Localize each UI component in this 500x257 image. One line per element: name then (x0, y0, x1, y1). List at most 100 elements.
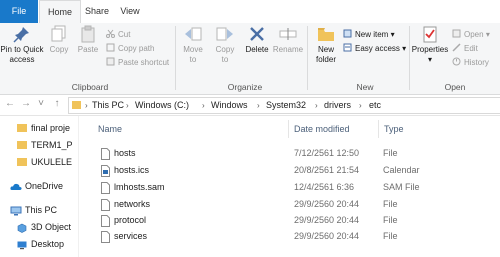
paste-shortcut-icon (106, 57, 115, 66)
address-bar[interactable]: › This PC › Windows (C:) › Windows › Sys… (68, 97, 500, 114)
breadcrumb-etc[interactable]: etc (369, 98, 381, 113)
open-label: Open (464, 30, 484, 39)
file-type: SAM File (383, 182, 420, 192)
clipboard-icon (79, 25, 97, 43)
recent-locations-chevron-icon[interactable]: ˅ (35, 97, 47, 111)
properties-button[interactable]: Properties ▾ (411, 25, 449, 65)
file-name: hosts (114, 148, 136, 158)
history-label: History (464, 58, 489, 67)
nav-item-label: TERM1_P (31, 140, 73, 150)
move-to-label-2: to (189, 55, 197, 64)
nav-item-label: Desktop (31, 239, 65, 249)
delete-button[interactable]: Delete (243, 25, 271, 55)
column-divider[interactable] (378, 120, 379, 138)
folder-icon (17, 141, 27, 149)
folder-icon (17, 124, 27, 132)
forward-arrow-icon[interactable]: → (20, 97, 32, 111)
edit-icon (452, 43, 461, 52)
address-row: ← → ˅ ↑ › This PC › Windows (C:) › Windo… (0, 95, 500, 116)
pin-to-quick-access-button[interactable]: Pin to Quick access (0, 25, 44, 65)
chevron-right-icon: › (126, 101, 129, 110)
chevron-right-icon: › (202, 101, 205, 110)
nav-item-ukulele[interactable]: UKULELE (0, 154, 78, 170)
delete-x-icon (248, 25, 266, 43)
organize-group-label: Organize (227, 82, 263, 92)
file-row[interactable]: lmhosts.sam 12/4/2561 6:36 SAM File (97, 180, 500, 196)
new-folder-label-2: folder (315, 55, 336, 64)
edit-button[interactable]: Edit (452, 43, 478, 55)
file-date: 7/12/2561 12:50 (294, 148, 360, 158)
file-row[interactable]: hosts 7/12/2561 12:50 File (97, 146, 500, 162)
ribbon: Pin to Quick access Copy Paste Cut Copy … (0, 23, 500, 95)
pane-splitter[interactable] (78, 116, 79, 257)
nav-item-desktop[interactable]: Desktop (0, 236, 78, 252)
column-header-type[interactable]: Type (384, 124, 404, 134)
file-icon (101, 215, 110, 227)
rename-label: Rename (272, 45, 304, 54)
properties-icon (421, 25, 439, 43)
new-item-button[interactable]: New item ▾ (343, 29, 395, 41)
file-icon (101, 148, 110, 160)
ribbon-divider (307, 26, 308, 90)
copy-path-button[interactable]: Copy path (106, 43, 154, 55)
history-button[interactable]: History (452, 57, 489, 69)
nav-item-final-project[interactable]: final proje (0, 120, 78, 136)
tab-home[interactable]: Home (39, 0, 81, 25)
tab-view[interactable]: View (116, 0, 144, 23)
tab-share[interactable]: Share (82, 0, 112, 23)
file-row[interactable]: protocol 29/9/2560 20:44 File (97, 213, 500, 229)
chevron-down-icon: ▾ (427, 55, 432, 64)
folder-icon (72, 101, 81, 109)
file-type: File (383, 199, 398, 209)
chevron-down-icon: ▾ (485, 30, 490, 39)
nav-item-term1[interactable]: TERM1_P (0, 137, 78, 153)
file-date: 20/8/2561 21:54 (294, 165, 360, 175)
file-type: File (383, 215, 398, 225)
easy-access-label: Easy access (355, 44, 400, 53)
breadcrumb-drivers[interactable]: drivers (324, 98, 351, 113)
history-icon (452, 57, 461, 66)
chevron-down-icon: ▾ (402, 44, 407, 53)
nav-item-onedrive[interactable]: OneDrive (0, 178, 78, 194)
breadcrumb-this-pc[interactable]: This PC (92, 98, 124, 113)
file-row[interactable]: networks 29/9/2560 20:44 File (97, 197, 500, 213)
copy-button[interactable]: Copy (45, 25, 73, 55)
file-row[interactable]: services 29/9/2560 20:44 File (97, 229, 500, 245)
new-group-label: New (356, 82, 374, 92)
copy-to-button[interactable]: Copy to (210, 25, 240, 65)
paste-shortcut-button[interactable]: Paste shortcut (106, 57, 169, 69)
file-date: 12/4/2561 6:36 (294, 182, 355, 192)
computer-icon (10, 205, 22, 216)
easy-access-button[interactable]: Easy access ▾ (343, 43, 406, 55)
cut-button[interactable]: Cut (106, 29, 130, 41)
nav-item-this-pc[interactable]: This PC (0, 202, 78, 218)
column-divider[interactable] (288, 120, 289, 138)
breadcrumb-system32[interactable]: System32 (266, 98, 306, 113)
properties-label: Properties (411, 45, 449, 54)
nav-item-3d-objects[interactable]: 3D Object (0, 219, 78, 235)
clipboard-group-label: Clipboard (71, 82, 109, 92)
breadcrumb-windows[interactable]: Windows (211, 98, 248, 113)
move-to-label-1: Move (183, 45, 203, 54)
rename-button[interactable]: Rename (272, 25, 304, 55)
move-to-icon (184, 25, 202, 43)
file-row[interactable]: hosts.ics 20/8/2561 21:54 Calendar (97, 163, 500, 179)
navigation-pane: final proje TERM1_P UKULELE OneDrive Thi… (0, 116, 78, 257)
nav-item-label: UKULELE (31, 157, 73, 167)
copy-to-icon (216, 25, 234, 43)
back-arrow-icon[interactable]: ← (4, 97, 16, 111)
paste-button[interactable]: Paste (74, 25, 102, 55)
copy-path-label: Copy path (118, 44, 155, 53)
column-header-name[interactable]: Name (98, 124, 122, 134)
new-folder-icon (317, 25, 335, 43)
new-folder-button[interactable]: New folder (310, 25, 342, 65)
file-name: lmhosts.sam (114, 182, 165, 192)
up-arrow-icon[interactable]: ↑ (51, 97, 63, 111)
chevron-right-icon: › (257, 101, 260, 110)
breadcrumb-windows-c[interactable]: Windows (C:) (135, 98, 189, 113)
ribbon-divider (175, 26, 176, 90)
tab-file[interactable]: File (0, 0, 38, 23)
open-button[interactable]: Open ▾ (452, 29, 490, 41)
move-to-button[interactable]: Move to (178, 25, 208, 65)
column-header-date-modified[interactable]: Date modified (294, 124, 350, 134)
